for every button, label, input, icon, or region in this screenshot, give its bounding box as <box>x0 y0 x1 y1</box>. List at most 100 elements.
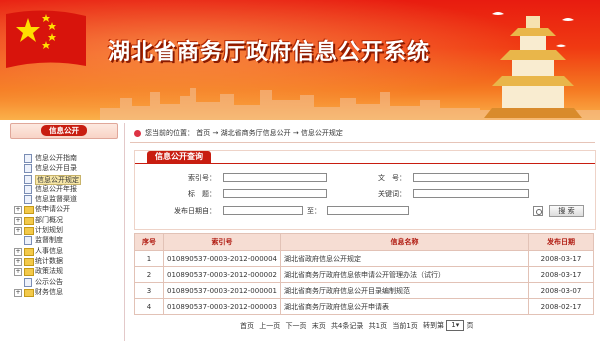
title-input[interactable] <box>223 189 327 198</box>
sidebar-item[interactable]: + 财务信息 <box>14 287 122 297</box>
breadcrumb-item-info-public[interactable]: 湖北省商务厅信息公开 <box>221 129 291 137</box>
sidebar-header-label: 信息公开 <box>41 125 87 136</box>
cell-index: 010890537-0003-2012-000003 <box>162 298 282 315</box>
search-button[interactable]: 搜 索 <box>549 205 584 217</box>
document-icon <box>24 154 32 163</box>
col-header-title: 信息名称 <box>280 233 529 251</box>
cell-no: 1 <box>134 250 164 267</box>
sidebar-item-label: 信息监督渠道 <box>35 195 77 204</box>
cell-no: 3 <box>134 282 164 299</box>
expand-icon[interactable]: + <box>14 227 22 236</box>
keyword-label: 关键词： <box>378 190 406 198</box>
breadcrumb-separator: → <box>292 129 299 137</box>
folder-icon <box>24 206 34 215</box>
sidebar-item[interactable]: 信息公开年报 <box>14 184 122 194</box>
sidebar-tree: 信息公开指南 信息公开目录 信息公开规定 信息公开年报 信息监督渠道 + 依申请公开 + 部门概… <box>14 153 122 297</box>
breadcrumb-prefix: 您当前的位置： <box>145 129 194 137</box>
keyword-input[interactable] <box>413 189 529 198</box>
cell-index: 010890537-0003-2012-000001 <box>162 282 282 299</box>
docno-input[interactable] <box>413 173 529 182</box>
cell-title[interactable]: 湖北省商务厅政府信息公开申请表 <box>280 298 529 315</box>
sidebar-item[interactable]: 监督制度 <box>14 235 122 246</box>
sidebar-item[interactable]: + 计划规划 <box>14 225 122 236</box>
tab-underline <box>135 163 595 164</box>
sidebar-item[interactable]: + 政策法规 <box>14 266 122 277</box>
table-row[interactable]: 1 010890537-0003-2012-000004 湖北省政府信息公开规定 20… <box>134 250 594 267</box>
sidebar-item[interactable]: 信息公开指南 <box>14 153 122 163</box>
goto-label: 转到第 <box>423 321 445 330</box>
sidebar-item[interactable]: + 部门概况 <box>14 215 122 225</box>
expand-icon[interactable]: + <box>14 257 22 266</box>
sidebar-item-label: 公示公告 <box>35 277 63 286</box>
sidebar-item-label: 信息公开目录 <box>35 164 77 173</box>
page-unit: 页 <box>466 321 474 330</box>
table-row[interactable]: 3 010890537-0003-2012-000001 湖北省商务厅政府信息公开目… <box>134 282 594 299</box>
next-page-link[interactable]: 下一页 <box>285 322 306 330</box>
expand-icon[interactable]: + <box>14 206 22 215</box>
pagination: 首页 上一页 下一页 末页 共4条记录 共1页 当前1页 转到第 1▾ 页 <box>240 320 474 331</box>
date-from-input[interactable] <box>223 206 303 215</box>
sidebar-item[interactable]: + 依申请公开 <box>14 204 122 215</box>
sidebar-item-label: 财务信息 <box>35 287 63 296</box>
col-header-date: 发布日期 <box>528 233 594 251</box>
flag-icon <box>6 10 86 69</box>
breadcrumb-separator: → <box>212 129 219 137</box>
folder-icon <box>24 268 34 277</box>
cell-index: 010890537-0003-2012-000004 <box>162 250 282 267</box>
page-select[interactable]: 1▾ <box>446 320 465 331</box>
cell-date: 2008-03-17 <box>528 266 594 283</box>
cell-title[interactable]: 湖北省商务厅政府信息公开目录编制规范 <box>280 282 529 299</box>
sidebar-item[interactable]: + 人事信息 <box>14 246 122 256</box>
cell-title[interactable]: 湖北省商务厅政府信息依申请公开管理办法（试行） <box>280 266 529 283</box>
header-banner: 湖北省商务厅政府信息公开系统 <box>0 0 600 120</box>
table-row[interactable]: 4 010890537-0003-2012-000003 湖北省商务厅政府信息公开申… <box>134 298 594 315</box>
folder-icon <box>24 288 34 297</box>
sidebar-item[interactable]: 信息监督渠道 <box>14 194 122 205</box>
breadcrumb-item-home[interactable]: 首页 <box>196 129 210 137</box>
sidebar-header: 信息公开 <box>10 123 118 139</box>
sidebar-item-label: 统计数据 <box>35 256 63 265</box>
sidebar-item[interactable]: 公示公告 <box>14 277 122 287</box>
expand-icon[interactable]: + <box>14 268 22 277</box>
breadcrumb-item-current: 信息公开规定 <box>300 129 343 137</box>
first-page-link[interactable]: 首页 <box>240 322 254 330</box>
sidebar-item-label: 政策法规 <box>35 267 63 276</box>
document-icon <box>24 236 32 246</box>
current-page: 当前1页 <box>392 321 418 330</box>
index-input[interactable] <box>223 173 327 182</box>
document-icon <box>24 195 32 205</box>
document-icon <box>24 174 32 184</box>
docno-label: 文 号： <box>378 174 406 182</box>
cell-title[interactable]: 湖北省政府信息公开规定 <box>280 250 529 267</box>
document-icon <box>24 277 32 287</box>
sidebar-item[interactable]: 信息公开规定 <box>14 174 122 185</box>
expand-icon[interactable]: + <box>14 288 22 297</box>
table-header-row: 序号 索引号 信息名称 发布日期 <box>134 233 594 251</box>
total-records: 共4条记录 <box>330 321 364 330</box>
home-icon <box>134 129 141 137</box>
folder-icon <box>24 216 34 225</box>
sidebar-item[interactable]: + 统计数据 <box>14 256 122 266</box>
col-header-no: 序号 <box>134 233 164 251</box>
date-to-label: 至： <box>307 207 321 215</box>
query-panel: 信息公开查询 索引号： 文 号： 标 题： 关键词： 发布日期自： 至： 搜 索 <box>134 150 596 230</box>
title-label: 标 题： <box>188 190 216 198</box>
sidebar: 信息公开 信息公开指南 信息公开目录 信息公开规定 信息公开年报 信息监督渠道 + 依申请公… <box>6 123 125 341</box>
last-page-link[interactable]: 末页 <box>312 322 326 330</box>
expand-icon[interactable]: + <box>14 247 22 256</box>
table-row[interactable]: 2 010890537-0003-2012-000002 湖北省商务厅政府信息依申请… <box>134 266 594 283</box>
date-to-input[interactable] <box>327 206 409 215</box>
total-pages: 共1页 <box>368 321 388 330</box>
sidebar-item-label: 监督制度 <box>35 236 63 245</box>
prev-page-link[interactable]: 上一页 <box>259 322 280 330</box>
folder-icon <box>24 227 34 236</box>
expand-icon[interactable]: + <box>14 216 22 225</box>
index-label: 索引号： <box>188 174 216 182</box>
date-from-label: 发布日期自： <box>174 207 216 215</box>
search-option-icon[interactable] <box>533 206 543 216</box>
cell-date: 2008-02-17 <box>528 298 594 315</box>
sidebar-item[interactable]: 信息公开目录 <box>14 163 122 174</box>
tab-info-query[interactable]: 信息公开查询 <box>147 151 211 163</box>
sidebar-item-label: 部门概况 <box>35 215 63 224</box>
cell-index: 010890537-0003-2012-000002 <box>162 266 282 283</box>
